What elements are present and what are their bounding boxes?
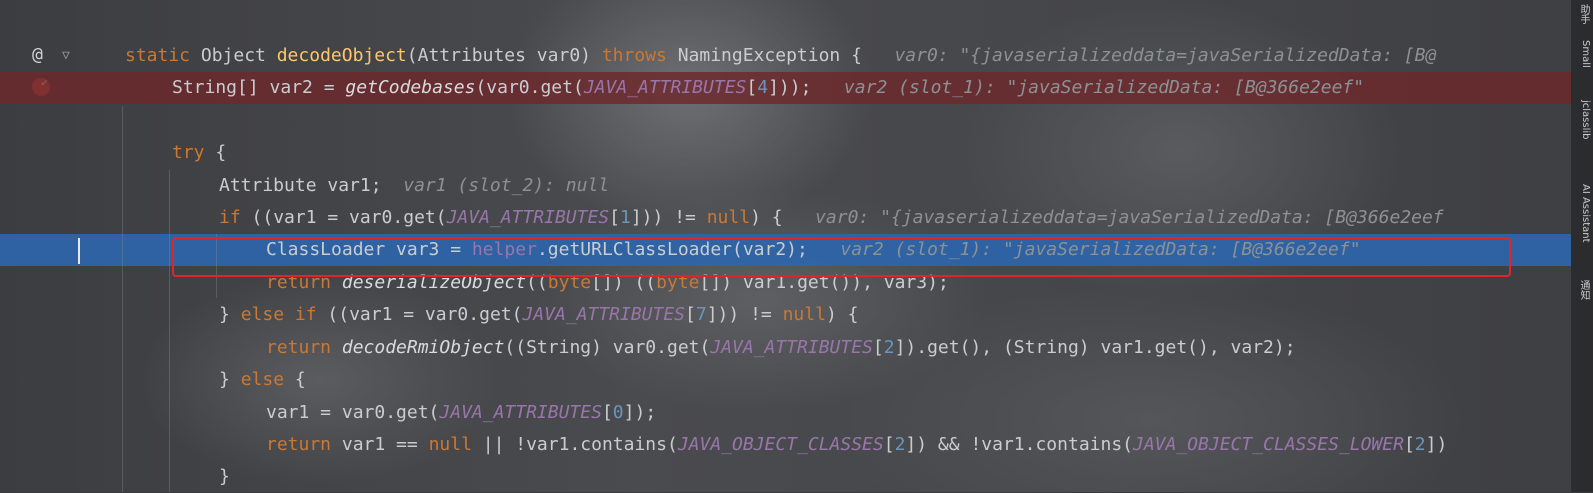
code-token: [ xyxy=(883,434,895,455)
right-tool-sidebar: 助手 Small jclasslib AI Assistant 通知 xyxy=(1571,0,1593,492)
tool-window-assistant[interactable]: 助手 xyxy=(1573,4,1591,24)
code-token: } xyxy=(219,304,241,325)
code-token: (Attributes var0) xyxy=(406,45,602,66)
code-token: if xyxy=(219,207,252,228)
code-token: ]).get(), (String) var1.get(), var2); xyxy=(894,337,1296,358)
code-token: throws xyxy=(601,45,678,66)
code-token: getCodebases xyxy=(345,77,476,98)
inline-debug-value: var1 (slot_2): null xyxy=(381,175,610,196)
code-token: try xyxy=(172,142,216,163)
code-line[interactable]: return decodeRmiObject((String) var0.get… xyxy=(0,332,1572,364)
code-line[interactable]: } else { xyxy=(0,364,1572,396)
code-token: decodeRmiObject xyxy=(341,337,505,358)
code-text: String[] var2 = getCodebases(var0.get(JA… xyxy=(172,72,1364,104)
code-token: Object xyxy=(200,45,277,66)
code-token: } xyxy=(219,466,230,487)
code-text: } else if ((var1 = var0.get(JAVA_ATTRIBU… xyxy=(219,299,858,331)
code-line[interactable] xyxy=(0,104,1572,136)
code-text: static Object decodeObject(Attributes va… xyxy=(125,40,1436,72)
tool-window-small[interactable]: Small xyxy=(1573,40,1591,68)
indent-guide xyxy=(169,170,170,492)
tool-window-notifications[interactable]: 通知 xyxy=(1573,280,1591,300)
code-token: ) { xyxy=(750,207,783,228)
code-token: var1 == xyxy=(341,434,429,455)
code-text: return var1 == null || !var1.contains(JA… xyxy=(266,429,1447,461)
code-token: || !var1.contains( xyxy=(482,434,678,455)
code-token: JAVA_ATTRIBUTES xyxy=(522,304,686,325)
code-token: [ xyxy=(601,402,613,423)
code-line[interactable]: return var1 == null || !var1.contains(JA… xyxy=(0,429,1572,461)
code-token: ) { xyxy=(825,304,859,325)
code-token: NamingException { xyxy=(677,45,862,66)
code-token: } xyxy=(219,369,241,390)
code-token: null xyxy=(706,207,751,228)
code-token: JAVA_ATTRIBUTES xyxy=(439,402,602,423)
code-token: 1 xyxy=(620,207,631,228)
code-line[interactable]: var1 = var0.get(JAVA_ATTRIBUTES[0]); xyxy=(0,397,1572,429)
code-token: [ xyxy=(1403,434,1415,455)
code-text: return decodeRmiObject((String) var0.get… xyxy=(266,332,1296,364)
code-token: return xyxy=(266,434,342,455)
code-text: } xyxy=(219,461,230,493)
inline-debug-value: var0: "{javaserializeddata=javaSerialize… xyxy=(782,207,1444,228)
code-token: ((var1 = var0.get( xyxy=(251,207,447,228)
code-token: JAVA_ATTRIBUTES xyxy=(446,207,610,228)
text-caret xyxy=(78,238,80,264)
code-line[interactable]: String[] var2 = getCodebases(var0.get(JA… xyxy=(0,72,1572,104)
code-token: ]) xyxy=(1425,434,1448,455)
code-token: ])) != xyxy=(706,304,783,325)
code-token: 2 xyxy=(894,434,906,455)
code-token: decodeObject xyxy=(276,45,407,66)
code-token: JAVA_ATTRIBUTES xyxy=(710,337,873,358)
tool-window-ai-assistant[interactable]: AI Assistant xyxy=(1573,184,1591,243)
code-token: ])); xyxy=(768,77,812,98)
code-text: } else { xyxy=(219,364,306,396)
indent-guide xyxy=(122,106,123,492)
code-token: else if xyxy=(240,304,328,325)
code-token: 7 xyxy=(695,304,707,325)
code-text: try { xyxy=(172,137,226,169)
code-token: ]); xyxy=(623,402,657,423)
code-token: static xyxy=(125,45,201,66)
code-text: var1 = var0.get(JAVA_ATTRIBUTES[0]); xyxy=(266,397,656,429)
code-token: 0 xyxy=(612,402,624,423)
code-token: var1 = var0.get( xyxy=(266,402,440,423)
code-line[interactable]: static Object decodeObject(Attributes va… xyxy=(0,40,1572,72)
code-token: [ xyxy=(685,304,696,325)
code-token: null xyxy=(782,304,826,325)
code-token: JAVA_OBJECT_CLASSES_LOWER xyxy=(1133,434,1404,455)
code-token: Attribute var1; xyxy=(219,175,382,196)
code-token: ]) && !var1.contains( xyxy=(905,434,1133,455)
annotation-highlight-box xyxy=(172,237,1511,277)
code-token: (var0.get( xyxy=(475,77,584,98)
code-token: 2 xyxy=(883,337,895,358)
code-text: if ((var1 = var0.get(JAVA_ATTRIBUTES[1])… xyxy=(219,202,1444,234)
code-token: 4 xyxy=(757,77,769,98)
code-line[interactable]: } else if ((var1 = var0.get(JAVA_ATTRIBU… xyxy=(0,299,1572,331)
code-token: String[] var2 = xyxy=(172,77,346,98)
code-token: ((var1 = var0.get( xyxy=(327,304,523,325)
code-token: ])) != xyxy=(630,207,707,228)
code-token: return xyxy=(266,337,342,358)
code-token: null xyxy=(428,434,483,455)
code-token: 2 xyxy=(1414,434,1426,455)
code-token: JAVA_OBJECT_CLASSES xyxy=(677,434,884,455)
code-line[interactable]: try { xyxy=(0,137,1572,169)
code-token: JAVA_ATTRIBUTES xyxy=(583,77,747,98)
code-token: [ xyxy=(609,207,620,228)
code-token: { xyxy=(215,142,227,163)
code-token: [ xyxy=(872,337,884,358)
code-text: Attribute var1; var1 (slot_2): null xyxy=(219,170,609,202)
code-token: else xyxy=(240,369,295,390)
code-line[interactable]: } xyxy=(0,461,1572,493)
code-line[interactable]: Attribute var1; var1 (slot_2): null xyxy=(0,170,1572,202)
inline-debug-value: var0: "{javaserializeddata=javaSerialize… xyxy=(861,45,1437,66)
code-token: ((String) var0.get( xyxy=(504,337,711,358)
code-token: [ xyxy=(746,77,758,98)
inline-debug-value: var2 (slot_1): "javaSerializedData: [B@3… xyxy=(811,77,1365,98)
tool-window-jclasslib[interactable]: jclasslib xyxy=(1573,100,1591,140)
code-token: { xyxy=(294,369,306,390)
code-line[interactable]: if ((var1 = var0.get(JAVA_ATTRIBUTES[1])… xyxy=(0,202,1572,234)
